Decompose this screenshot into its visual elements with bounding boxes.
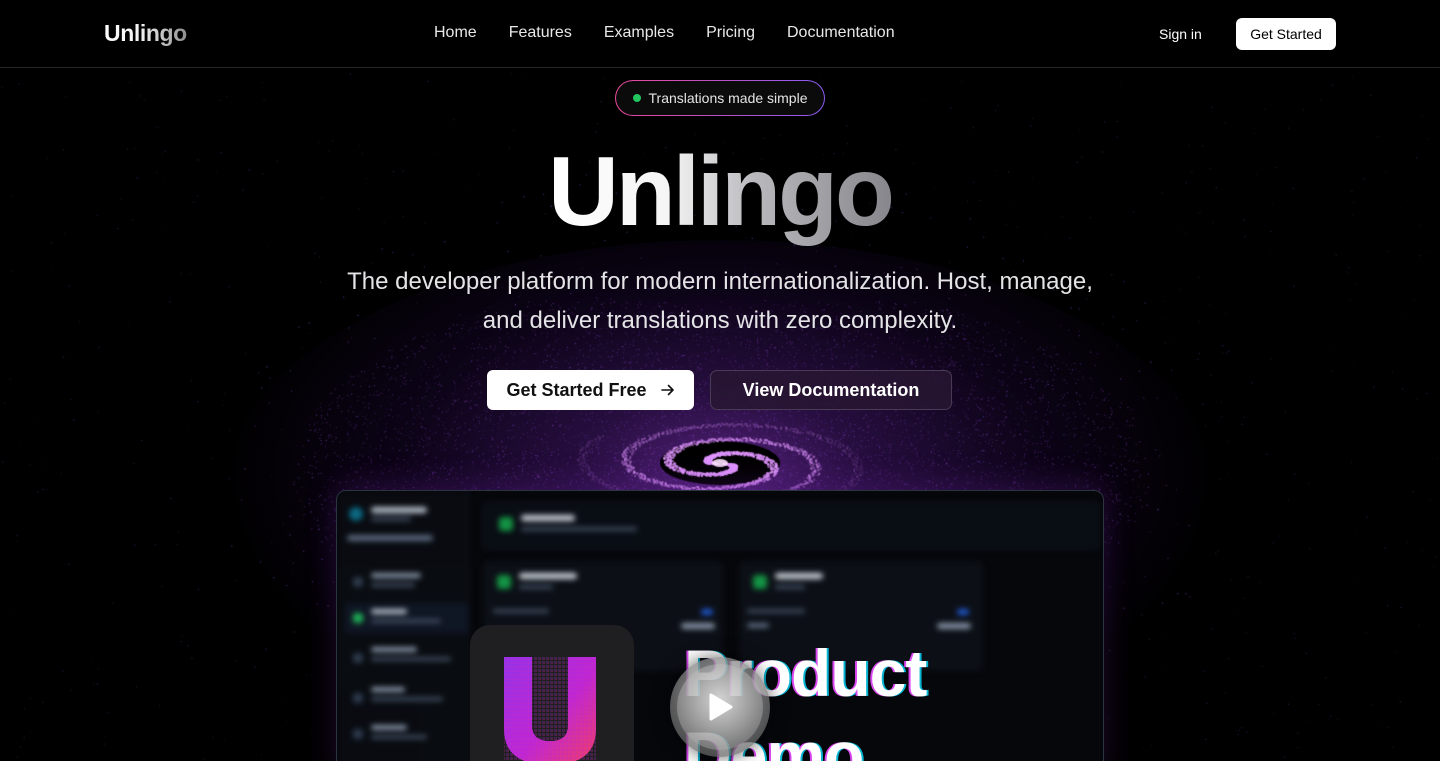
unlingo-video-logo: [470, 625, 634, 761]
status-dot-icon: [633, 94, 641, 102]
sign-in-link[interactable]: Sign in: [1159, 26, 1202, 42]
nav-link-documentation[interactable]: Documentation: [787, 24, 895, 42]
nav-link-pricing[interactable]: Pricing: [706, 24, 755, 42]
unlingo-u-icon: [470, 625, 634, 761]
hero-badge: Translations made simple: [615, 80, 825, 116]
get-started-free-label: Get Started Free: [506, 380, 646, 401]
brand-logo[interactable]: Unlingo: [104, 20, 187, 47]
preview-sidebar: [337, 491, 469, 761]
arrow-right-icon: [661, 383, 675, 397]
get-started-button[interactable]: Get Started: [1236, 18, 1336, 50]
nav-links: Home Features Examples Pricing Documenta…: [434, 24, 895, 42]
nav-link-home[interactable]: Home: [434, 24, 477, 42]
get-started-free-button[interactable]: Get Started Free: [487, 370, 694, 410]
hero-title: Unlingo: [0, 136, 1440, 246]
hero-subtitle: The developer platform for modern intern…: [320, 262, 1120, 340]
nav-link-features[interactable]: Features: [509, 24, 572, 42]
nav-link-examples[interactable]: Examples: [604, 24, 674, 42]
hero-title-text: Unlingo: [548, 136, 892, 246]
badge-text: Translations made simple: [649, 90, 808, 106]
view-documentation-button[interactable]: View Documentation: [710, 370, 952, 410]
hero-subtitle-line-1: The developer platform for modern intern…: [347, 268, 1093, 295]
hero-subtitle-line-2: and deliver translations with zero compl…: [483, 307, 957, 334]
play-button-inner: [677, 664, 763, 750]
play-video-button[interactable]: [670, 657, 770, 757]
play-icon: [706, 692, 734, 722]
top-navigation: Unlingo Home Features Examples Pricing D…: [0, 0, 1440, 68]
